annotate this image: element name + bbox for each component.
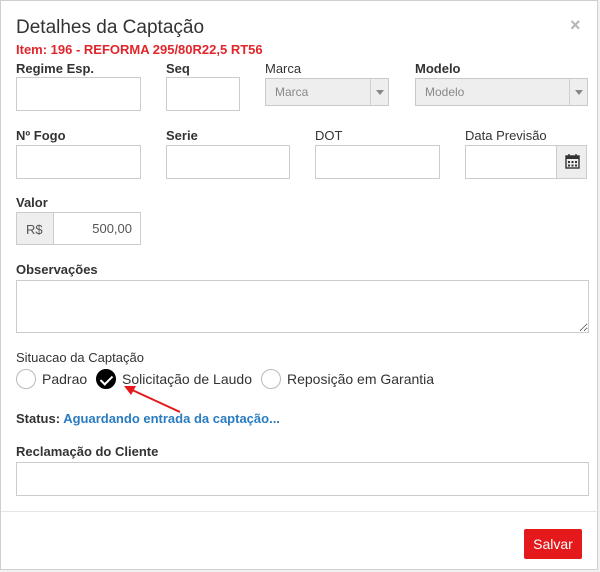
seq-input[interactable]: [166, 77, 240, 111]
situacao-label: Situacao da Captação: [16, 350, 144, 365]
radio-reposicao-garantia-label: Reposição em Garantia: [287, 371, 435, 387]
radio-padrao[interactable]: [16, 369, 36, 389]
status-row: Status: Aguardando entrada da captação..…: [16, 411, 280, 426]
calendar-button[interactable]: [556, 145, 587, 179]
modelo-select-value: Modelo: [425, 85, 465, 99]
marca-select-value: Marca: [275, 85, 309, 99]
chevron-down-icon: [569, 79, 587, 105]
seq-label: Seq: [166, 61, 190, 76]
reclamacao-label: Reclamação do Cliente: [16, 444, 159, 459]
captacao-modal: Detalhes da Captação Item: 196 - REFORMA…: [0, 0, 599, 570]
radio-padrao-label: Padrao: [42, 371, 88, 387]
regime-label: Regime Esp.: [16, 61, 95, 76]
modelo-select[interactable]: Modelo: [415, 78, 588, 106]
modelo-label: Modelo: [415, 61, 461, 76]
item-subtitle: Item: 196 - REFORMA 295/80R22,5 RT56: [16, 42, 263, 57]
valor-label: Valor: [16, 195, 48, 210]
serie-input[interactable]: [166, 145, 290, 179]
radio-solicitacao-laudo[interactable]: [96, 369, 116, 389]
data-previsao-label: Data Previsão: [465, 128, 547, 143]
serie-label: Serie: [166, 128, 198, 143]
status-label: Status:: [16, 411, 61, 426]
data-previsao-input[interactable]: [465, 145, 557, 179]
fogo-label: Nº Fogo: [16, 128, 66, 143]
marca-select[interactable]: Marca: [265, 78, 389, 106]
valor-input[interactable]: [53, 212, 141, 245]
modal-title: Detalhes da Captação: [16, 17, 205, 38]
reclamacao-input[interactable]: [16, 462, 589, 496]
close-icon[interactable]: ×: [570, 15, 581, 36]
status-value-link[interactable]: Aguardando entrada da captação...: [63, 411, 280, 426]
dot-input[interactable]: [315, 145, 440, 179]
radio-reposicao-garantia[interactable]: [261, 369, 281, 389]
footer-divider: [1, 511, 599, 512]
observacoes-textarea[interactable]: [16, 280, 589, 333]
marca-label: Marca: [265, 61, 302, 76]
regime-input[interactable]: [16, 77, 141, 111]
chevron-down-icon: [370, 79, 388, 105]
fogo-input[interactable]: [16, 145, 141, 179]
currency-addon: R$: [16, 212, 54, 245]
save-button[interactable]: Salvar: [524, 529, 582, 559]
observacoes-label: Observações: [16, 262, 98, 277]
calendar-icon: [565, 154, 580, 169]
currency-symbol: R$: [26, 222, 43, 237]
dot-label: DOT: [315, 128, 343, 143]
